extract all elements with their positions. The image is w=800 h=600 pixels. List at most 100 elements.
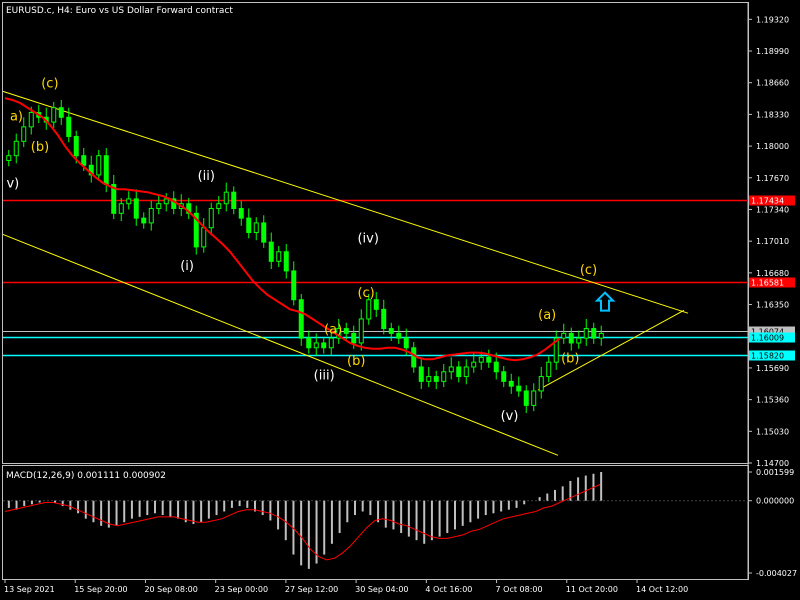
candle-body: [118, 203, 124, 214]
symbol-header: EURUSD.c, H4: Euro vs US Dollar Forward …: [6, 6, 233, 16]
candle-body: [598, 332, 604, 339]
wave-label: (i): [180, 259, 194, 274]
candle-body: [156, 203, 162, 210]
candle-body: [246, 217, 252, 234]
time-tick-label: 14 Oct 12:00: [636, 585, 688, 594]
price-tick-label: 1.18660: [756, 79, 789, 88]
candle-body: [81, 155, 87, 166]
candle-body: [418, 366, 424, 382]
macd-header: MACD(12,26,9) 0.001111 0.000902: [6, 471, 166, 481]
candle-body: [238, 208, 244, 219]
time-tick-label: 20 Sep 08:00: [144, 585, 197, 594]
wave-label: (a): [324, 323, 342, 338]
candle-body: [96, 155, 102, 176]
candle-body: [486, 356, 492, 363]
channel-line: [2, 233, 559, 456]
candle-body: [231, 191, 237, 210]
candle-body: [493, 361, 499, 373]
wave-label: (c): [580, 263, 597, 278]
wave-label: (iii): [314, 369, 335, 384]
wave-label: (ii): [198, 169, 215, 184]
candle-body: [358, 318, 364, 344]
chart-canvas[interactable]: 1.19320 1.18990 1.18660 1.18330 1.18000 1.176…: [0, 0, 800, 600]
candle-body: [103, 155, 109, 186]
up-arrow-shape: [594, 291, 616, 312]
up-arrow-icon: [594, 291, 616, 312]
time-tick-label: 7 Oct 08:00: [496, 585, 543, 594]
candle-body: [28, 111, 34, 128]
macd-tick-label: -0.004027: [756, 569, 797, 578]
price-level-label: 1.16581: [751, 279, 784, 288]
candle-body: [306, 337, 312, 349]
candle-body: [6, 155, 12, 161]
price-level-label: 1.15820: [751, 352, 784, 361]
price-level-label: 1.17434: [751, 197, 784, 206]
candle-body: [21, 126, 27, 142]
candle-body: [253, 222, 259, 234]
candle-body: [66, 116, 72, 137]
elliott-wave-labels: (c) a) (b) v) (ii) (i) (iv) (c) (a) (b) (iii) (v) (a…: [6, 77, 597, 424]
price-tick-label: 1.14700: [756, 459, 789, 468]
candle-body: [478, 356, 484, 363]
candle-body: [388, 328, 394, 334]
candle-body: [411, 347, 417, 368]
candle-body: [126, 198, 132, 205]
candle-body: [508, 380, 514, 387]
time-tick-label: 11 Oct 20:00: [566, 585, 618, 594]
candle-body: [523, 390, 529, 406]
candle-body: [73, 135, 79, 157]
price-tick-label: 1.18000: [756, 142, 789, 151]
candle-body: [583, 328, 589, 339]
wave-label: v): [6, 177, 19, 192]
candle-body: [148, 208, 154, 224]
candle-body: [561, 332, 567, 339]
trading-chart-window[interactable]: 1.19320 1.18990 1.18660 1.18330 1.18000 1.176…: [0, 0, 800, 600]
price-tick-label: 1.15360: [756, 396, 789, 405]
time-tick-label: 30 Sep 04:00: [355, 585, 408, 594]
time-tick-label: 15 Sep 20:00: [74, 585, 127, 594]
candle-body: [261, 222, 267, 243]
wave-label: (a): [538, 308, 556, 323]
candle-body: [208, 208, 214, 229]
candle-body: [298, 299, 304, 339]
candle-body: [13, 140, 19, 157]
candle-body: [321, 342, 327, 349]
time-tick-label: 23 Sep 00:00: [215, 585, 268, 594]
price-tick-label: 1.15030: [756, 427, 789, 436]
candle-body: [163, 198, 169, 205]
candle-body: [591, 328, 597, 339]
candle-body: [426, 376, 432, 382]
wave-label: (b): [561, 351, 579, 366]
candle-body: [351, 332, 357, 344]
moving-average: [4, 97, 561, 362]
candle-body: [433, 376, 439, 382]
candle-body: [58, 107, 64, 118]
candle-body: [51, 107, 57, 123]
candle-body: [268, 241, 274, 262]
candle-body: [328, 337, 334, 349]
wave-label: (b): [31, 140, 49, 155]
price-tick-label: 1.18990: [756, 47, 789, 56]
candle-body: [463, 366, 469, 378]
macd-subwindow-frame: [2, 465, 749, 580]
candle-body: [501, 371, 507, 382]
candle-body: [141, 217, 147, 224]
time-tick-label: 13 Sep 2021: [4, 585, 55, 594]
price-axis: 1.19320 1.18990 1.18660 1.18330 1.18000 1.176…: [748, 15, 789, 468]
price-tick-label: 1.16350: [756, 301, 789, 310]
price-tick-label: 1.17010: [756, 237, 789, 246]
candle-body: [576, 337, 582, 344]
wave-label: (v): [501, 409, 519, 424]
wave-label: (c): [41, 77, 58, 92]
price-tick-label: 1.15690: [756, 364, 789, 373]
wave-label: (iv): [357, 231, 378, 246]
moving-average-line: [4, 97, 561, 362]
wave-label: a): [10, 109, 23, 124]
wave-label: (c): [357, 286, 374, 301]
candle-body: [396, 332, 402, 339]
candle-body: [471, 361, 477, 368]
candle-body: [366, 299, 372, 320]
candle-body: [531, 390, 537, 406]
candle-body: [276, 251, 282, 262]
time-tick-label: 27 Sep 12:00: [285, 585, 338, 594]
